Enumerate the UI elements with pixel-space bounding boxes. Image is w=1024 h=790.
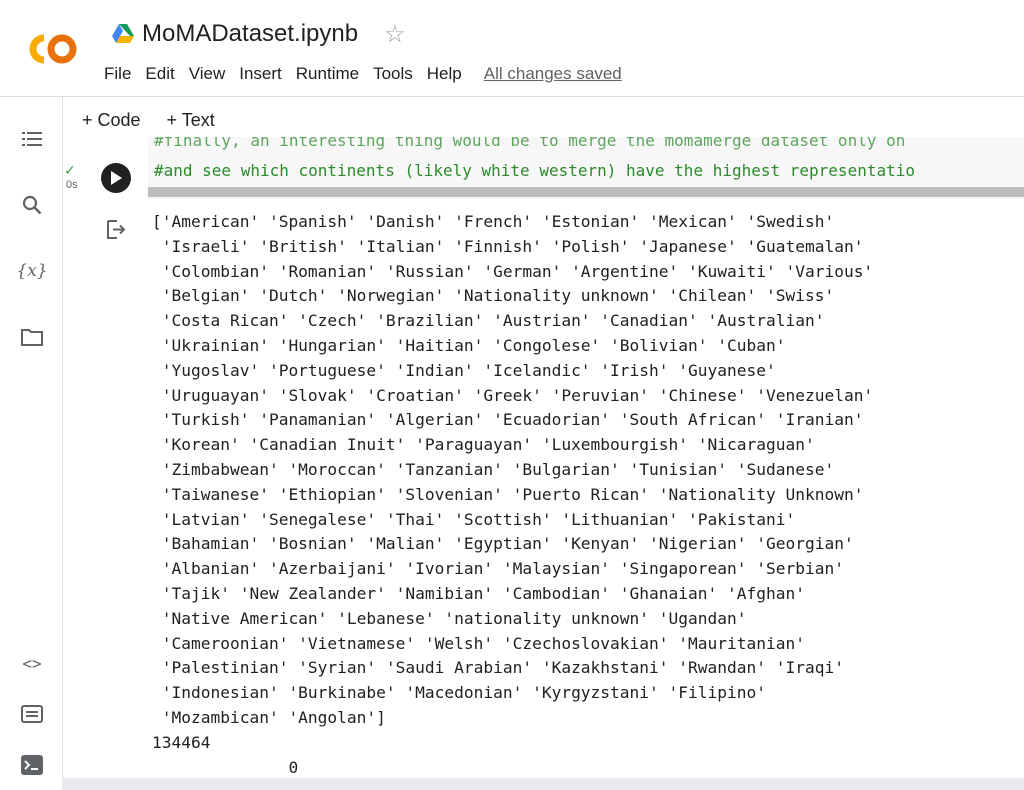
table-of-contents-icon[interactable]: [20, 127, 44, 151]
play-icon: [111, 171, 122, 185]
save-status[interactable]: All changes saved: [484, 64, 622, 84]
output-line: 'Mozambican' 'Angolan']: [152, 707, 386, 727]
files-icon[interactable]: [20, 325, 44, 349]
menu-edit[interactable]: Edit: [145, 64, 174, 84]
output-line: 'Albanian' 'Azerbaijani' 'Ivorian' 'Mala…: [152, 559, 844, 579]
menu-tools[interactable]: Tools: [373, 64, 413, 84]
code-comment: #and see which continents (likely white …: [154, 161, 915, 180]
star-icon[interactable]: ☆: [384, 20, 406, 49]
code-cell[interactable]: #finally, an interesting thing would be …: [62, 137, 1024, 199]
menu-view[interactable]: View: [189, 64, 226, 84]
cell-horizontal-scrollbar[interactable]: [148, 187, 1024, 197]
output-line: 0: [152, 757, 299, 777]
cell-output: ['American' 'Spanish' 'Danish' 'French' …: [152, 210, 873, 780]
colab-logo[interactable]: [22, 30, 82, 68]
menu-insert[interactable]: Insert: [239, 64, 282, 84]
execution-success-icon: ✓: [64, 162, 76, 178]
terminal-icon[interactable]: [20, 753, 44, 777]
code-comment-previous: #finally, an interesting thing would be …: [154, 137, 906, 150]
notebook-title[interactable]: MoMADataset.ipynb: [142, 20, 358, 48]
menu-bar: File Edit View Insert Runtime Tools Help…: [104, 64, 622, 84]
output-line: 'Tajik' 'New Zealander' 'Namibian' 'Camb…: [152, 583, 805, 603]
output-horizontal-scrollbar[interactable]: [62, 778, 1024, 790]
title-row: MoMADataset.ipynb ☆: [112, 19, 406, 49]
menu-runtime[interactable]: Runtime: [296, 64, 359, 84]
output-line: 'Israeli' 'British' 'Italian' 'Finnish' …: [152, 236, 864, 256]
output-line: 'Ukrainian' 'Hungarian' 'Haitian' 'Congo…: [152, 335, 786, 355]
notebook-header: MoMADataset.ipynb ☆ File Edit View Inser…: [0, 0, 1024, 97]
google-drive-icon: [112, 24, 134, 43]
add-text-button[interactable]: + Text: [167, 110, 215, 131]
output-line: 'Turkish' 'Panamanian' 'Algerian' 'Ecuad…: [152, 410, 864, 430]
output-line: 'Korean' 'Canadian Inuit' 'Paraguayan' '…: [152, 435, 815, 455]
output-line: 'Yugoslav' 'Portuguese' 'Indian' 'Icelan…: [152, 360, 776, 380]
output-line: 'Native American' 'Lebanese' 'nationalit…: [152, 608, 747, 628]
run-cell-button[interactable]: [101, 163, 131, 193]
output-line: 'Belgian' 'Dutch' 'Norwegian' 'Nationali…: [152, 286, 835, 306]
variables-icon[interactable]: {x}: [16, 259, 47, 283]
execution-time: 0s: [66, 179, 78, 191]
output-line: 'Costa Rican' 'Czech' 'Brazilian' 'Austr…: [152, 311, 825, 331]
code-snippets-icon[interactable]: <>: [20, 651, 44, 675]
cell-toolbar: + Code + Text: [82, 110, 241, 131]
menu-file[interactable]: File: [104, 64, 131, 84]
output-line: 134464: [152, 732, 211, 752]
command-palette-icon[interactable]: [20, 702, 44, 726]
output-line: ['American' 'Spanish' 'Danish' 'French' …: [152, 212, 835, 231]
output-line: 'Colombian' 'Romanian' 'Russian' 'German…: [152, 261, 874, 281]
output-line: 'Uruguayan' 'Slovak' 'Croatian' 'Greek' …: [152, 385, 874, 405]
output-actions-icon[interactable]: [104, 218, 128, 242]
search-icon[interactable]: [20, 193, 44, 217]
output-line: 'Bahamian' 'Bosnian' 'Malian' 'Egyptian'…: [152, 534, 854, 554]
output-line: 'Cameroonian' 'Vietnamese' 'Welsh' 'Czec…: [152, 633, 805, 653]
add-code-button[interactable]: + Code: [82, 110, 141, 131]
output-line: 'Latvian' 'Senegalese' 'Thai' 'Scottish'…: [152, 509, 796, 529]
output-line: 'Zimbabwean' 'Moroccan' 'Tanzanian' 'Bul…: [152, 459, 835, 479]
output-line: 'Palestinian' 'Syrian' 'Saudi Arabian' '…: [152, 658, 844, 678]
output-line: 'Taiwanese' 'Ethiopian' 'Slovenian' 'Pue…: [152, 484, 864, 504]
left-sidebar: {x} <>: [0, 97, 63, 790]
output-line: 'Indonesian' 'Burkinabe' 'Macedonian' 'K…: [152, 683, 766, 703]
menu-help[interactable]: Help: [427, 64, 462, 84]
